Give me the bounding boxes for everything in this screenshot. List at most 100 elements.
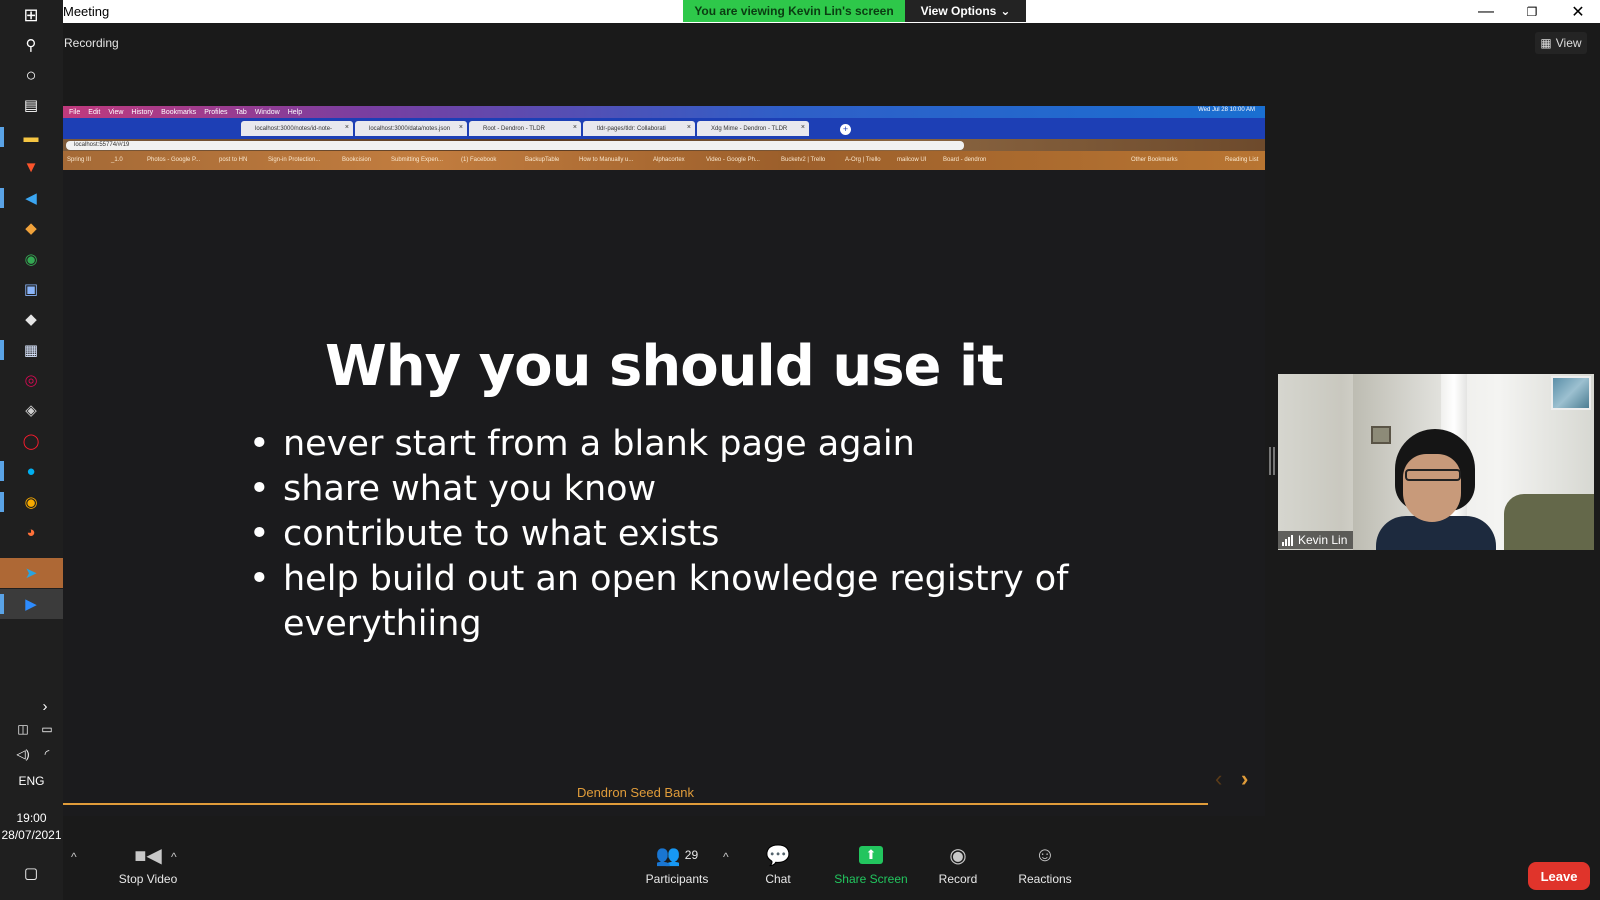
windows-start-icon[interactable]: ⊞ bbox=[16, 2, 46, 28]
task-view-icon[interactable]: ▤ bbox=[16, 92, 46, 118]
bookmark-item: Alphacortex bbox=[653, 157, 685, 163]
bookmark-item: Bookcision bbox=[342, 157, 372, 163]
browser-tabstrip: localhost:3000/notes/id-note- × localhost… bbox=[63, 118, 1265, 139]
participants-label: Participants bbox=[645, 872, 709, 886]
record-icon: ◉ bbox=[949, 844, 967, 867]
chevron-up-icon[interactable]: ^ bbox=[171, 850, 177, 864]
share-screen-label: Share Screen bbox=[834, 872, 908, 886]
zoom-icon[interactable]: ▶ bbox=[16, 591, 46, 617]
address-bar: localhost:55774/#/19 bbox=[66, 141, 964, 150]
new-tab-icon: + bbox=[840, 124, 851, 135]
battery-icon[interactable]: ▭ bbox=[32, 716, 62, 742]
close-icon[interactable]: ✕ bbox=[1555, 0, 1600, 23]
browser-tab-label: Xdg Mime - Dendron - TLDR bbox=[711, 125, 788, 132]
notepad-icon[interactable]: ▦ bbox=[16, 337, 46, 363]
mac-menubar: File Edit View History Bookmarks Profile… bbox=[63, 106, 1265, 118]
slide-bullet: never start from a blank page again bbox=[249, 422, 1075, 467]
slide-progress-line bbox=[63, 803, 1208, 805]
clock-time[interactable]: 19:00 bbox=[0, 811, 63, 825]
chat-button[interactable]: 💬 Chat bbox=[738, 840, 818, 900]
windows-taskbar: ⊞ ⚲ ○ ▤ ▬ ▼ ◀ ◆ ◉ ▣ ◆ ▦ ◎ ◈ ◯ ● ◉ ◕ ➤ ▶ … bbox=[0, 0, 63, 900]
slide-bullets: never start from a blank page again shar… bbox=[249, 422, 1075, 647]
vscode-icon[interactable]: ◀ bbox=[16, 185, 46, 211]
tag-icon[interactable]: ◈ bbox=[16, 397, 46, 423]
browser-tab-label: localhost:3000/data/notes.json bbox=[369, 125, 451, 132]
slide-bullet: share what you know bbox=[249, 467, 1075, 512]
menu-profiles: Profiles bbox=[204, 108, 228, 116]
reactions-icon: ☺ bbox=[1034, 843, 1056, 866]
participant-video[interactable]: Kevin Lin bbox=[1278, 374, 1594, 550]
restore-icon[interactable]: ❐ bbox=[1509, 0, 1555, 23]
bookmarks-bar: Spring III _1.0 Photos - Google P... pos… bbox=[63, 151, 1265, 170]
menu-bookmarks: Bookmarks bbox=[161, 108, 197, 116]
chevron-up-icon[interactable]: ^ bbox=[723, 850, 729, 864]
browser-tab-label: Root - Dendron - TLDR bbox=[483, 125, 545, 132]
reactions-button[interactable]: ☺ Reactions bbox=[995, 840, 1095, 900]
slide-bullet: help build out an open knowledge registr… bbox=[249, 557, 1075, 647]
debian-icon[interactable]: ◎ bbox=[16, 367, 46, 393]
mac-clock: Wed Jul 28 10:00 AM bbox=[1198, 107, 1255, 113]
chevron-up-icon[interactable]: ^ bbox=[71, 850, 77, 864]
menu-history: History bbox=[131, 108, 154, 116]
chrome-canary-icon[interactable]: ◉ bbox=[16, 489, 46, 515]
participant-name: Kevin Lin bbox=[1298, 533, 1348, 547]
record-button[interactable]: ◉ Record bbox=[918, 840, 998, 900]
menu-edit: Edit bbox=[88, 108, 101, 116]
search-icon[interactable]: ⚲ bbox=[16, 32, 46, 58]
brave-icon[interactable]: ▼ bbox=[16, 154, 46, 180]
participants-count: 29 bbox=[684, 848, 699, 862]
menu-help: Help bbox=[287, 108, 303, 116]
browser-tab: localhost:3000/notes/id-note- × bbox=[241, 121, 353, 136]
chat-icon: 💬 bbox=[765, 844, 791, 867]
participants-button[interactable]: 👥 29 Participants bbox=[637, 840, 717, 900]
share-screen-button[interactable]: ⬆ Share Screen bbox=[821, 840, 921, 900]
panel-resize-handle[interactable] bbox=[1269, 447, 1275, 475]
bookmark-item: A-Org | Trello bbox=[845, 157, 881, 163]
bookmark-item: Board - dendron bbox=[943, 157, 987, 163]
menu-tab: Tab bbox=[235, 108, 247, 116]
bookmark-item: BackupTable bbox=[525, 157, 560, 163]
cortana-icon[interactable]: ○ bbox=[16, 62, 46, 88]
viewing-banner: You are viewing Kevin Lin's screen bbox=[683, 0, 905, 22]
view-options-label: View Options bbox=[920, 4, 997, 18]
shared-screen: File Edit View History Bookmarks Profile… bbox=[63, 106, 1265, 816]
view-button[interactable]: ▦ View bbox=[1535, 32, 1587, 54]
meeting-toolbar: ^ ■◀ Stop Video ^ 👥 29 Participants ^ 💬 C… bbox=[63, 840, 1600, 900]
telegram-icon[interactable]: ➤ bbox=[16, 560, 46, 586]
participants-icon: 👥 29 bbox=[655, 844, 699, 867]
stop-video-button[interactable]: ■◀ Stop Video bbox=[103, 840, 193, 900]
view-options-button[interactable]: View Options ⌄ bbox=[905, 0, 1026, 22]
reactions-label: Reactions bbox=[1018, 872, 1072, 886]
bookmark-item: mailcow UI bbox=[897, 157, 927, 163]
slide-title: Why you should use it bbox=[325, 334, 1004, 399]
signal-strength-icon bbox=[1282, 534, 1293, 546]
file-explorer-icon[interactable]: ▬ bbox=[16, 124, 46, 150]
app-icon[interactable]: ◆ bbox=[16, 306, 46, 332]
bookmark-item: _1.0 bbox=[111, 157, 123, 163]
browser-toolbar: localhost:55774/#/19 bbox=[63, 139, 1265, 151]
leave-button[interactable]: Leave bbox=[1528, 862, 1590, 890]
record-label: Record bbox=[938, 872, 978, 886]
menu-view: View bbox=[108, 108, 124, 116]
language-indicator[interactable]: ENG bbox=[0, 774, 63, 788]
bookmark-item: Reading List bbox=[1225, 157, 1259, 163]
notification-icon[interactable]: ▢ bbox=[16, 860, 46, 886]
firefox-icon[interactable]: ◕ bbox=[16, 519, 46, 545]
browser-tab-label: tldr-pages/tldr: Collaborati bbox=[597, 125, 666, 132]
minimize-icon[interactable]: — bbox=[1463, 0, 1509, 23]
wifi-icon[interactable]: ◜ bbox=[32, 741, 62, 767]
chrome-icon[interactable]: ◉ bbox=[16, 246, 46, 272]
chat-label: Chat bbox=[765, 872, 791, 886]
clock-date[interactable]: 28/07/2021 bbox=[0, 828, 63, 842]
opera-icon[interactable]: ◯ bbox=[16, 428, 46, 454]
slide-bullet: contribute to what exists bbox=[249, 512, 1075, 557]
skype-icon[interactable]: ● bbox=[16, 458, 46, 484]
bookmark-item: How to Manually u... bbox=[579, 157, 634, 163]
save-icon[interactable]: ▣ bbox=[16, 276, 46, 302]
window-title-bar: Meeting You are viewing Kevin Lin's scre… bbox=[63, 0, 1600, 23]
menu-window: Window bbox=[254, 108, 280, 116]
git-icon[interactable]: ◆ bbox=[16, 215, 46, 241]
bookmark-item: Other Bookmarks bbox=[1131, 157, 1178, 163]
prev-slide-icon: ‹ bbox=[1215, 766, 1223, 791]
bookmark-item: Submitting Expen... bbox=[391, 157, 444, 163]
